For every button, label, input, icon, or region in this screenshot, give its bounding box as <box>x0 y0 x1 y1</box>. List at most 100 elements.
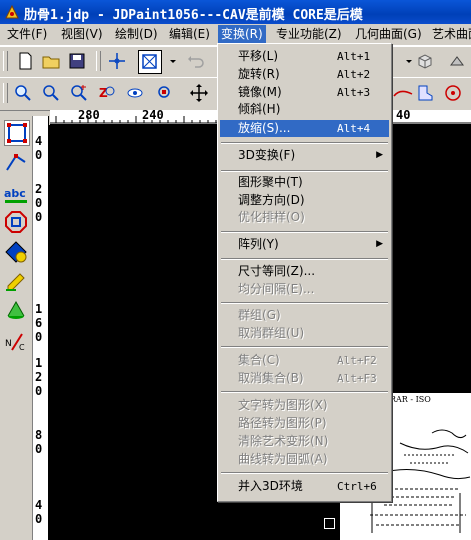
shape-tool-button[interactable] <box>4 210 28 234</box>
menu-item-mirror[interactable]: 镜像(M) Alt+3 <box>220 84 389 101</box>
3d-box-button[interactable] <box>414 50 436 72</box>
ruler-label: 4 <box>35 134 43 148</box>
ruler-label: 0 <box>35 148 43 162</box>
menu-draw[interactable]: 绘制(D) <box>112 25 161 44</box>
ruler-label: 2 <box>35 370 43 384</box>
menu-item-clear-art-deform[interactable]: 清除艺术变形(N) <box>220 433 389 450</box>
curve-icon <box>393 90 413 97</box>
toolbar-grip[interactable] <box>3 51 8 71</box>
menu-geometric-surface[interactable]: 几何曲面(G) <box>352 25 425 44</box>
fill-shape-tool-button[interactable] <box>4 240 28 264</box>
node-edit-tool-button[interactable] <box>4 150 28 174</box>
svg-text:abc: abc <box>4 187 26 200</box>
zoom-in-button[interactable] <box>40 82 62 104</box>
menu-view[interactable]: 视图(V) <box>58 25 106 44</box>
menu-edit[interactable]: 编辑(E) <box>166 25 213 44</box>
svg-text:C: C <box>19 343 25 352</box>
boot-shape-button[interactable] <box>414 82 436 104</box>
select-tool-button[interactable] <box>4 120 30 146</box>
zoom-in-icon <box>43 85 59 101</box>
dropdown-arrow-button[interactable] <box>398 50 412 72</box>
menu-item-3d-transform[interactable]: 3D变换(F) ▶ <box>220 147 389 164</box>
ruler-label: 8 <box>35 428 43 442</box>
shape-icon <box>450 56 464 66</box>
menu-item-curve-to-arc[interactable]: 曲线转为圆弧(A) <box>220 451 389 468</box>
menu-item-optimize-layout[interactable]: 优化排样(O) <box>220 209 389 226</box>
menu-professional[interactable]: 专业功能(Z) <box>273 25 345 44</box>
menu-item-translate[interactable]: 平移(L) Alt+1 <box>220 48 389 65</box>
ruler-label: 4 <box>35 498 43 512</box>
left-toolbar: abc NC <box>0 116 33 540</box>
ruler-label: 0 <box>35 384 43 398</box>
abc-text-icon: abc <box>4 187 27 203</box>
circle-target-button[interactable] <box>442 82 464 104</box>
menu-item-merge-3d[interactable]: 并入3D环境 Ctrl+6 <box>220 478 389 495</box>
ruler-label: 0 <box>35 210 43 224</box>
menu-item-equal-spacing[interactable]: 均分间隔(E)... <box>220 281 389 298</box>
ruler-label: 280 <box>78 110 100 122</box>
ruler-label: 2 <box>35 182 43 196</box>
select-box-button[interactable] <box>138 50 162 74</box>
pan-button[interactable] <box>188 82 210 104</box>
menu-item-array[interactable]: 阵列(Y) ▶ <box>220 236 389 253</box>
eye-icon <box>127 88 143 98</box>
title-bar[interactable]: 肋骨1.jdp - JDPaint1056---CAV是前模 CORE是后模 <box>0 0 471 24</box>
menu-item-equal-size[interactable]: 尺寸等同(Z)... <box>220 263 389 280</box>
menu-art-surface[interactable]: 艺术曲面 <box>429 25 471 44</box>
svg-text:N: N <box>5 339 12 349</box>
select-mode-dropdown[interactable] <box>162 50 176 72</box>
toolbar-grip[interactable] <box>3 83 8 103</box>
boot-shape-icon <box>418 85 433 101</box>
ruler-label: 6 <box>35 316 43 330</box>
menu-item-combine[interactable]: 集合(C) Alt+F2 <box>220 352 389 369</box>
menu-item-adjust-direction[interactable]: 调整方向(D) <box>220 192 389 209</box>
octagon-shape-icon <box>5 211 27 233</box>
select-nodes-icon <box>7 123 27 143</box>
transform-menu-dropdown: 平移(L) Alt+1 旋转(R) Alt+2 镜像(M) Alt+3 倾斜(H) 放… <box>217 43 392 502</box>
3d-solid-tool-button[interactable] <box>4 298 28 322</box>
paint-tool-button[interactable] <box>4 268 28 292</box>
window-title: 肋骨1.jdp - JDPaint1056---CAV是前模 CORE是后模 <box>24 8 363 23</box>
zoom-all-button[interactable] <box>154 82 176 104</box>
curve-button[interactable] <box>392 82 414 104</box>
ruler-label: 0 <box>35 442 43 456</box>
menu-item-rotate[interactable]: 旋转(R) Alt+2 <box>220 66 389 83</box>
ruler-label: 0 <box>35 196 43 210</box>
crosshair-button[interactable] <box>106 50 128 72</box>
undo-icon <box>188 56 204 68</box>
shape-button[interactable] <box>446 50 468 72</box>
ruler-label: 40 <box>396 110 411 122</box>
menu-item-text-to-graphic[interactable]: 文字转为图形(X) <box>220 397 389 414</box>
ruler-label: 240 <box>142 110 164 122</box>
undo-button[interactable] <box>184 50 206 72</box>
menu-transform[interactable]: 变换(R) <box>218 25 266 44</box>
submenu-arrow-icon: ▶ <box>376 150 383 160</box>
zoom-window-button[interactable] <box>12 82 34 104</box>
view-eye-button[interactable] <box>124 82 146 104</box>
menu-item-uncombine[interactable]: 取消集合(B) Alt+F3 <box>220 370 389 387</box>
open-file-button[interactable] <box>40 50 62 72</box>
text-tool-button[interactable]: abc <box>4 182 28 206</box>
measure-icon: NC <box>5 333 25 352</box>
save-button[interactable] <box>66 50 88 72</box>
zoom-object-button[interactable]: Z <box>96 82 118 104</box>
pan-arrows-icon <box>190 84 208 102</box>
zoom-out-button[interactable] <box>68 82 90 104</box>
menu-item-ungroup[interactable]: 取消群组(U) <box>220 325 389 342</box>
zoom-out-icon <box>71 85 87 101</box>
ruler-label: 1 <box>35 356 43 370</box>
menu-item-skew[interactable]: 倾斜(H) <box>220 101 389 118</box>
menu-file[interactable]: 文件(F) <box>4 25 50 44</box>
menu-item-center-figure[interactable]: 图形聚中(T) <box>220 174 389 191</box>
ruler-label: 0 <box>35 330 43 344</box>
new-file-button[interactable] <box>14 50 36 72</box>
resize-handle[interactable] <box>324 518 335 529</box>
cube-icon <box>418 54 432 69</box>
zoom-object-icon: Z <box>99 86 115 100</box>
menu-item-group[interactable]: 群组(G) <box>220 307 389 324</box>
target-icon <box>445 85 461 101</box>
dimension-tool-button[interactable]: NC <box>4 330 28 354</box>
menu-item-scale[interactable]: 放缩(S)... Alt+4 <box>220 120 389 137</box>
menu-item-path-to-graphic[interactable]: 路径转为图形(P) <box>220 415 389 432</box>
save-icon <box>69 53 85 69</box>
